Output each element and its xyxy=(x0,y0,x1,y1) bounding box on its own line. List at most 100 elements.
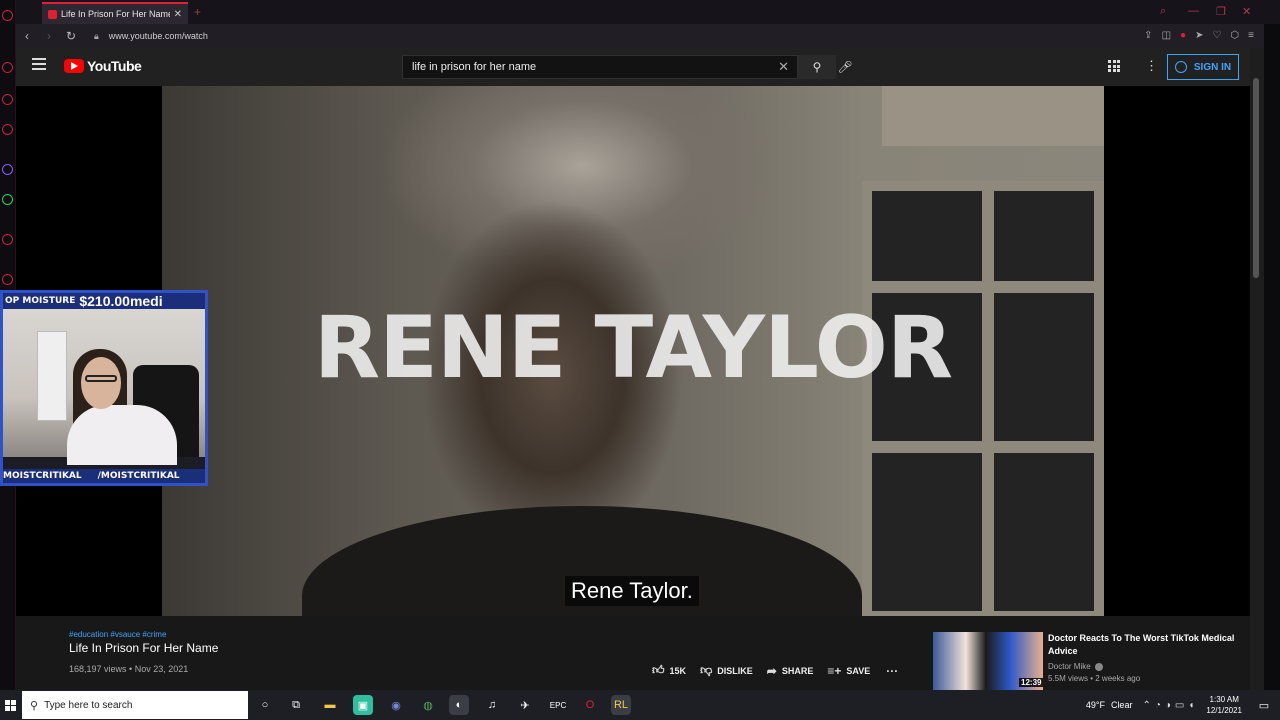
donation-amount: $210.00medi xyxy=(79,293,163,309)
video-title: Life In Prison For Her Name xyxy=(69,641,219,655)
search-query: life in prison for her name xyxy=(412,61,537,73)
snapshot-icon[interactable]: ◫ xyxy=(1162,30,1171,41)
taskbar-search[interactable]: ⚲ Type here to search xyxy=(22,691,248,719)
windows-logo-icon xyxy=(4,699,16,711)
recommended-duration: 12:39 xyxy=(1019,678,1044,687)
page-scrollbar[interactable] xyxy=(1250,48,1264,690)
address-bar-tools: ⇪ ◫ ● ➤ ♡ ⬡ ≡ xyxy=(1144,30,1254,41)
sidebar-bag-icon[interactable] xyxy=(2,94,13,105)
sidebar-whatsapp-icon[interactable] xyxy=(2,194,13,205)
windows-taskbar: ⚲ Type here to search ○ ⧉ ▬ ▣ ◉ ◍ ◐ ♫ ✈ … xyxy=(0,690,1280,720)
youtube-play-icon xyxy=(64,59,84,73)
sign-in-button[interactable]: SIGN IN xyxy=(1167,54,1239,80)
new-tab-button[interactable]: + xyxy=(194,5,201,19)
itunes-icon[interactable]: ♫ xyxy=(482,695,502,715)
sidebar-twitch-icon[interactable] xyxy=(2,124,13,135)
voice-search-button[interactable]: 🎤︎ xyxy=(834,56,856,78)
file-explorer-icon[interactable]: ▬ xyxy=(320,695,340,715)
tab-search-icon[interactable]: ⌕ xyxy=(1160,5,1166,18)
browser-tab-active[interactable]: Life In Prison For Her Name ✕ xyxy=(42,2,188,24)
minimize-button[interactable]: — xyxy=(1188,5,1199,17)
window-close-button[interactable]: ✕ xyxy=(1242,5,1251,18)
bookmark-heart-icon[interactable]: ♡ xyxy=(1212,30,1221,41)
back-arrow-icon[interactable]: ‹ xyxy=(16,29,38,43)
apps-grid-icon[interactable] xyxy=(1108,60,1120,72)
system-tray: 49°F Clear ⌃◔◑▭◖ 1:30 AM 12/1/2021 ▭ xyxy=(1086,690,1280,720)
opera-logo-icon[interactable] xyxy=(2,10,13,21)
adblock-icon[interactable]: ● xyxy=(1180,30,1186,41)
search-icon: ⚲ xyxy=(812,60,822,74)
save-button[interactable]: ≡+ SAVE xyxy=(827,664,870,678)
save-playlist-icon: ≡+ xyxy=(827,663,842,678)
save-label: SAVE xyxy=(846,665,871,676)
restore-button[interactable]: ❐ xyxy=(1216,5,1226,18)
cortana-icon[interactable]: ○ xyxy=(255,695,275,715)
notification-center-icon[interactable]: ▭ xyxy=(1254,699,1274,712)
video-hashtags[interactable]: #education #vsauce #crime xyxy=(69,630,166,639)
recommended-stats: 5.5M views • 2 weeks ago xyxy=(1048,674,1141,683)
forward-arrow-icon[interactable]: › xyxy=(38,29,60,43)
youtube-logo[interactable]: YouTube xyxy=(64,58,142,74)
address-bar: ‹ › ↻ 🔒︎ www.youtube.com/watch ⇪ ◫ ● ➤ ♡… xyxy=(16,24,1264,48)
thumbs-up-icon: 👍︎ xyxy=(652,663,665,677)
recommended-title[interactable]: Doctor Reacts To The Worst TikTok Medica… xyxy=(1048,632,1244,658)
opera-taskbar-icon[interactable]: O xyxy=(580,695,600,715)
search-input[interactable]: life in prison for her name ✕ xyxy=(402,55,798,79)
taskbar-clock[interactable]: 1:30 AM 12/1/2021 xyxy=(1206,694,1242,716)
video-actions: 👍︎ 15K 👎︎ DISLIKE ➦ SHARE ≡+ SAVE ··· xyxy=(652,663,898,678)
more-actions-icon[interactable]: ··· xyxy=(886,664,898,678)
steam-icon[interactable]: ◐ xyxy=(449,695,469,715)
share-label: SHARE xyxy=(781,665,814,676)
search-button[interactable]: ⚲ xyxy=(798,55,836,79)
tab-strip: Life In Prison For Her Name ✕ + ⌕ — ❐ ✕ xyxy=(16,0,1280,24)
account-icon xyxy=(1174,61,1187,73)
dislike-label: DISLIKE xyxy=(717,665,753,676)
sidebar-settings-icon[interactable] xyxy=(2,274,13,285)
weather-condition: Clear xyxy=(1110,700,1133,710)
streamer-webcam: OP MOISTURE $210.00medi MOISTCRITIKAL /M… xyxy=(0,290,208,486)
task-view-icon[interactable]: ⧉ xyxy=(286,695,306,715)
sidebar-history-icon[interactable] xyxy=(2,234,13,245)
hamburger-menu-icon[interactable] xyxy=(32,58,46,73)
reload-icon[interactable]: ↻ xyxy=(60,29,82,43)
webcam-handle-bar: MOISTCRITIKAL /MOISTCRITIKAL xyxy=(3,469,205,483)
start-button[interactable] xyxy=(0,690,20,720)
extensions-cube-icon[interactable]: ⬡ xyxy=(1230,30,1239,41)
url-field[interactable]: 🔒︎ www.youtube.com/watch xyxy=(94,31,208,42)
handle-right: /MOISTCRITIKAL xyxy=(97,471,180,481)
app-green-icon[interactable]: ▣ xyxy=(353,695,373,715)
discord-icon[interactable]: ◉ xyxy=(386,695,406,715)
clear-search-icon[interactable]: ✕ xyxy=(778,59,789,75)
send-icon[interactable]: ➤ xyxy=(1195,30,1203,41)
more-vert-icon[interactable]: ⋮ xyxy=(1145,58,1158,74)
mic-icon: 🎤︎ xyxy=(837,60,853,74)
scrollbar-thumb[interactable] xyxy=(1253,78,1259,278)
video-wall-sign xyxy=(882,86,1104,146)
share-icon: ➦ xyxy=(766,663,777,678)
dislike-button[interactable]: 👎︎ DISLIKE xyxy=(700,663,753,678)
clock-date: 12/1/2021 xyxy=(1206,706,1242,715)
youtube-wordmark: YouTube xyxy=(87,58,142,74)
taskbar-search-placeholder: Type here to search xyxy=(44,699,133,711)
weather-temperature[interactable]: 49°F xyxy=(1086,700,1105,710)
tab-close-icon[interactable]: ✕ xyxy=(174,9,182,20)
screen: Life In Prison For Her Name ✕ + ⌕ — ❐ ✕ … xyxy=(0,0,1280,720)
lock-icon: 🔒︎ xyxy=(94,30,99,41)
tray-icons[interactable]: ⌃◔◑▭◖ xyxy=(1142,700,1198,711)
like-button[interactable]: 👍︎ 15K xyxy=(652,663,686,678)
share-button[interactable]: ➦ SHARE xyxy=(767,664,814,678)
video-details: #education #vsauce #crime Life In Prison… xyxy=(16,616,1250,690)
sidebar-messenger-icon[interactable] xyxy=(2,164,13,175)
rocket-league-icon[interactable]: RL xyxy=(611,695,631,715)
epic-games-icon[interactable]: EPC xyxy=(548,695,568,715)
recommended-video[interactable]: 12:39 Doctor Reacts To The Worst TikTok … xyxy=(933,632,1243,690)
webcam-ticker-text: OP MOISTURE xyxy=(5,296,76,306)
app-bird-icon[interactable]: ✈ xyxy=(515,695,535,715)
sidebar-home-icon[interactable] xyxy=(2,62,13,73)
share-page-icon[interactable]: ⇪ xyxy=(1144,30,1152,41)
chrome-icon[interactable]: ◍ xyxy=(418,695,438,715)
easy-setup-icon[interactable]: ≡ xyxy=(1248,30,1254,41)
like-count: 15K xyxy=(669,665,687,676)
recommended-channel-name: Doctor Mike xyxy=(1048,662,1091,671)
handle-left: MOISTCRITIKAL xyxy=(3,471,82,481)
